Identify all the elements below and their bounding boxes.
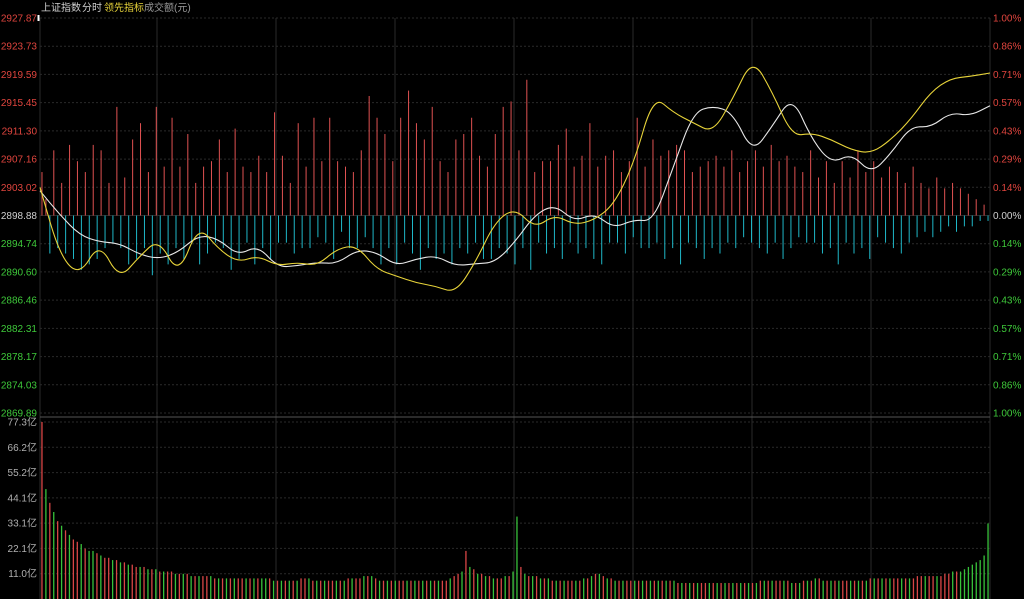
- period-label[interactable]: 分时: [82, 2, 102, 14]
- y-tick-right-14: 1.00%: [993, 409, 1021, 420]
- grid: [39, 17, 991, 599]
- y-tick-right-2: 0.71%: [993, 70, 1021, 81]
- breadth-bars: [41, 79, 989, 276]
- vol-tick-0: 77.3亿: [8, 416, 37, 429]
- y-tick-right-8: 0.14%: [993, 239, 1021, 250]
- y-tick-right-4: 0.43%: [993, 126, 1021, 137]
- intraday-chart[interactable]: 上证指数 分时 领先指标 成交额(元) 2927.87 1.00% 2923.73 0…: [0, 0, 1024, 599]
- y-tick-right-0: 1.00%: [993, 14, 1021, 25]
- y-tick-left-10: 2886.46: [1, 296, 38, 307]
- leading-indicator-label[interactable]: 领先指标: [104, 1, 144, 14]
- y-tick-left-11: 2882.31: [1, 324, 38, 335]
- y-tick-left-3: 2915.45: [1, 98, 38, 109]
- y-tick-right-11: 0.57%: [993, 324, 1021, 335]
- vol-tick-4: 33.1亿: [8, 517, 37, 530]
- y-tick-right-10: 0.43%: [993, 296, 1021, 307]
- y-tick-right-12: 0.71%: [993, 352, 1021, 363]
- y-tick-left-5: 2907.16: [1, 155, 38, 166]
- axis-labels: 2927.87 1.00% 2923.73 0.86% 2919.59 0.71% 2915…: [1, 14, 1022, 581]
- vol-tick-1: 66.2亿: [8, 441, 37, 454]
- cursor-marker: [37, 15, 40, 21]
- y-tick-left-12: 2878.17: [1, 352, 38, 363]
- y-tick-right-1: 0.86%: [993, 42, 1021, 53]
- vol-tick-5: 22.1亿: [8, 542, 37, 555]
- y-tick-right-3: 0.57%: [993, 98, 1021, 109]
- y-tick-right-9: 0.29%: [993, 267, 1021, 278]
- y-tick-right-6: 0.14%: [993, 183, 1021, 194]
- y-tick-right-5: 0.29%: [993, 155, 1021, 166]
- y-tick-right-13: 0.86%: [993, 380, 1021, 391]
- y-tick-left-7: 2898.88: [1, 211, 38, 222]
- vol-tick-2: 55.2亿: [8, 466, 37, 479]
- y-tick-left-2: 2919.59: [1, 70, 38, 81]
- volume-label: 成交额(元): [144, 1, 191, 14]
- y-tick-left-0: 2927.87: [1, 14, 38, 25]
- y-tick-left-8: 2894.74: [1, 239, 38, 250]
- index-name-label[interactable]: 上证指数: [41, 1, 81, 14]
- y-tick-right-7: 0.00%: [993, 211, 1021, 222]
- chart-header: 上证指数 分时 领先指标 成交额(元): [41, 1, 191, 14]
- vol-tick-6: 11.0亿: [8, 567, 37, 580]
- y-tick-left-4: 2911.30: [2, 126, 38, 137]
- vol-tick-3: 44.1亿: [8, 491, 37, 504]
- turnover-bars: [41, 422, 989, 599]
- y-tick-left-13: 2874.03: [1, 380, 38, 391]
- y-tick-left-9: 2890.60: [1, 267, 38, 278]
- y-tick-left-1: 2923.73: [1, 42, 38, 53]
- y-tick-left-6: 2903.02: [1, 183, 38, 194]
